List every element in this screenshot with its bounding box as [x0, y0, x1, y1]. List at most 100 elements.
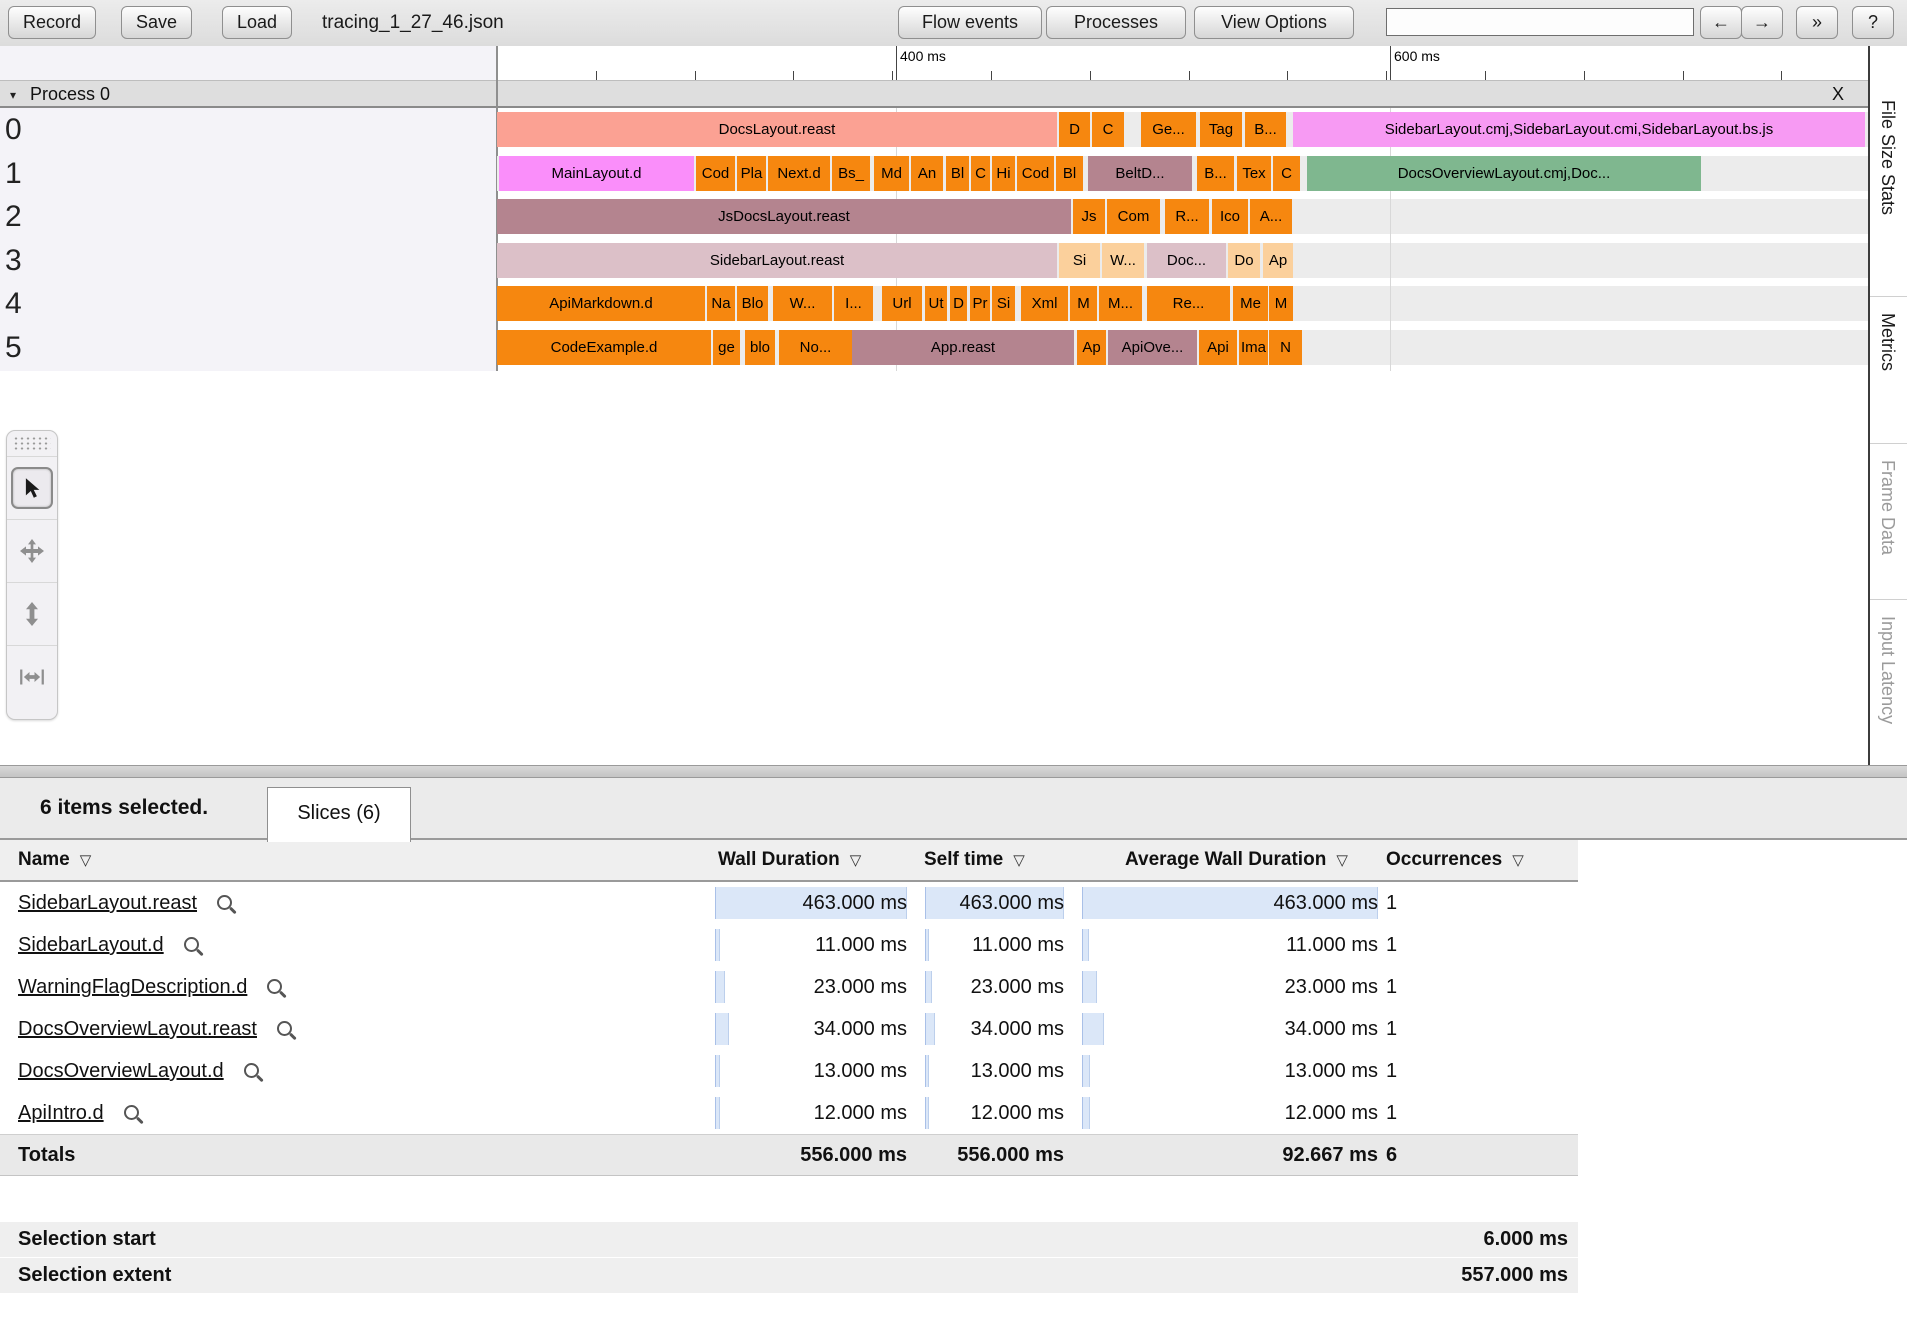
column-header-occurrences[interactable]: Occurrences▽ — [1386, 840, 1524, 881]
trace-slice[interactable]: ge — [713, 330, 740, 365]
process-header[interactable]: ▾ Process 0 X — [0, 80, 1868, 108]
trace-slice[interactable]: Ge... — [1141, 112, 1196, 147]
trace-slice[interactable]: Api — [1199, 330, 1237, 365]
trace-slice[interactable]: Ico — [1212, 199, 1248, 234]
trace-slice[interactable]: Com — [1107, 199, 1160, 234]
processes-button[interactable]: Processes — [1046, 6, 1186, 39]
trace-slice[interactable]: M — [1070, 286, 1097, 321]
trace-slice[interactable]: Ut — [925, 286, 947, 321]
help-button[interactable]: ? — [1852, 6, 1894, 39]
slice-name-link[interactable]: SidebarLayout.d — [18, 924, 199, 966]
nav-more-button[interactable]: » — [1796, 6, 1838, 39]
pan-tool[interactable] — [7, 519, 57, 582]
trace-slice[interactable]: Si — [992, 286, 1015, 321]
trace-slice[interactable]: Hi — [992, 156, 1015, 191]
magnifier-icon[interactable] — [184, 937, 199, 952]
collapse-icon[interactable]: ▾ — [10, 88, 16, 102]
trace-slice[interactable]: Url — [882, 286, 922, 321]
trace-slice[interactable]: No... — [779, 330, 852, 365]
magnifier-icon[interactable] — [267, 979, 282, 994]
selection-tool[interactable] — [7, 456, 57, 519]
trace-slice[interactable]: SidebarLayout.reast — [497, 243, 1057, 278]
save-button[interactable]: Save — [121, 6, 192, 39]
flow-events-button[interactable]: Flow events — [898, 6, 1042, 39]
trace-slice[interactable]: Na — [707, 286, 735, 321]
vertical-zoom-tool[interactable] — [7, 582, 57, 645]
nav-forward-button[interactable]: → — [1741, 6, 1783, 39]
trace-slice[interactable]: JsDocsLayout.reast — [497, 199, 1071, 234]
trace-slice[interactable]: blo — [745, 330, 775, 365]
trace-slice[interactable]: ApiOve... — [1108, 330, 1197, 365]
trace-slice[interactable]: Tex — [1237, 156, 1271, 191]
column-header-average-wall-duration[interactable]: Average Wall Duration▽ — [1125, 840, 1348, 881]
tab-slices[interactable]: Slices (6) — [267, 787, 411, 842]
slice-name-link[interactable]: DocsOverviewLayout.d — [18, 1050, 259, 1092]
trace-slice[interactable]: Ap — [1263, 243, 1293, 278]
sidebar-item-metrics[interactable]: Metrics — [1877, 313, 1898, 371]
magnifier-icon[interactable] — [277, 1021, 292, 1036]
trace-slice[interactable]: Re... — [1147, 286, 1230, 321]
trace-slice[interactable]: C — [1092, 112, 1124, 147]
trace-slice[interactable]: Doc... — [1147, 243, 1226, 278]
record-button[interactable]: Record — [8, 6, 96, 39]
trace-slice[interactable]: B... — [1197, 156, 1234, 191]
trace-slice[interactable]: App.reast — [852, 330, 1074, 365]
magnifier-icon[interactable] — [244, 1063, 259, 1078]
sort-icon[interactable]: ▽ — [80, 852, 92, 869]
magnifier-icon[interactable] — [217, 895, 232, 910]
trace-slice[interactable]: DocsOverviewLayout.cmj,Doc... — [1307, 156, 1701, 191]
trace-slice[interactable]: D — [1059, 112, 1090, 147]
slice-name-link[interactable]: SidebarLayout.reast — [18, 882, 232, 924]
trace-slice[interactable]: Cod — [696, 156, 735, 191]
trace-slice[interactable]: Tag — [1200, 112, 1242, 147]
trace-slice[interactable]: An — [911, 156, 943, 191]
column-header-wall-duration[interactable]: Wall Duration▽ — [718, 840, 861, 881]
close-process-button[interactable]: X — [1826, 83, 1850, 106]
sort-icon[interactable]: ▽ — [1336, 852, 1348, 869]
magnifier-icon[interactable] — [124, 1105, 139, 1120]
trace-slice[interactable]: Pr — [970, 286, 990, 321]
timing-tool[interactable] — [7, 645, 57, 708]
trace-slice[interactable]: DocsLayout.reast — [497, 112, 1057, 147]
trace-slice[interactable]: W... — [773, 286, 832, 321]
timeline-ruler[interactable]: 400 ms600 ms — [497, 46, 1868, 80]
trace-slice[interactable]: BeltD... — [1088, 156, 1192, 191]
trace-slice[interactable]: MainLayout.d — [499, 156, 694, 191]
trace-slice[interactable]: D — [950, 286, 967, 321]
sort-icon[interactable]: ▽ — [1512, 852, 1524, 869]
slice-name-link[interactable]: WarningFlagDescription.d — [18, 966, 282, 1008]
trace-slice[interactable]: Xml — [1021, 286, 1068, 321]
trace-slice[interactable]: Cod — [1017, 156, 1054, 191]
trace-slice[interactable]: Md — [874, 156, 909, 191]
trace-slice[interactable]: SidebarLayout.cmj,SidebarLayout.cmi,Side… — [1293, 112, 1865, 147]
load-button[interactable]: Load — [222, 6, 292, 39]
trace-slice[interactable]: Bl — [1056, 156, 1083, 191]
trace-slice[interactable]: Si — [1059, 243, 1100, 278]
search-input[interactable] — [1386, 8, 1694, 36]
trace-slice[interactable]: R... — [1165, 199, 1209, 234]
trace-slice[interactable]: N — [1269, 330, 1302, 365]
trace-slice[interactable]: Ap — [1077, 330, 1106, 365]
trace-slice[interactable]: Next.d — [768, 156, 830, 191]
view-options-button[interactable]: View Options — [1194, 6, 1354, 39]
trace-slice[interactable]: Do — [1228, 243, 1260, 278]
trace-slice[interactable]: CodeExample.d — [497, 330, 711, 365]
trace-slice[interactable]: M... — [1099, 286, 1142, 321]
sort-icon[interactable]: ▽ — [1013, 852, 1025, 869]
trace-slice[interactable]: Js — [1073, 199, 1105, 234]
trace-slice[interactable]: C — [1273, 156, 1300, 191]
trace-slice[interactable]: Blo — [737, 286, 768, 321]
column-header-name[interactable]: Name▽ — [18, 840, 91, 881]
sort-icon[interactable]: ▽ — [850, 852, 862, 869]
slice-name-link[interactable]: DocsOverviewLayout.reast — [18, 1008, 292, 1050]
trace-slice[interactable]: A... — [1250, 199, 1292, 234]
trace-slice[interactable]: Bs_ — [832, 156, 870, 191]
trace-slice[interactable]: W... — [1102, 243, 1144, 278]
trace-slice[interactable]: C — [971, 156, 990, 191]
trace-slice[interactable]: Me — [1233, 286, 1268, 321]
trace-slice[interactable]: B... — [1245, 112, 1286, 147]
palette-grip-handle[interactable] — [13, 436, 51, 452]
trace-slice[interactable]: ApiMarkdown.d — [497, 286, 705, 321]
trace-slice[interactable]: Pla — [737, 156, 766, 191]
sidebar-item-input-latency[interactable]: Input Latency — [1877, 616, 1898, 724]
